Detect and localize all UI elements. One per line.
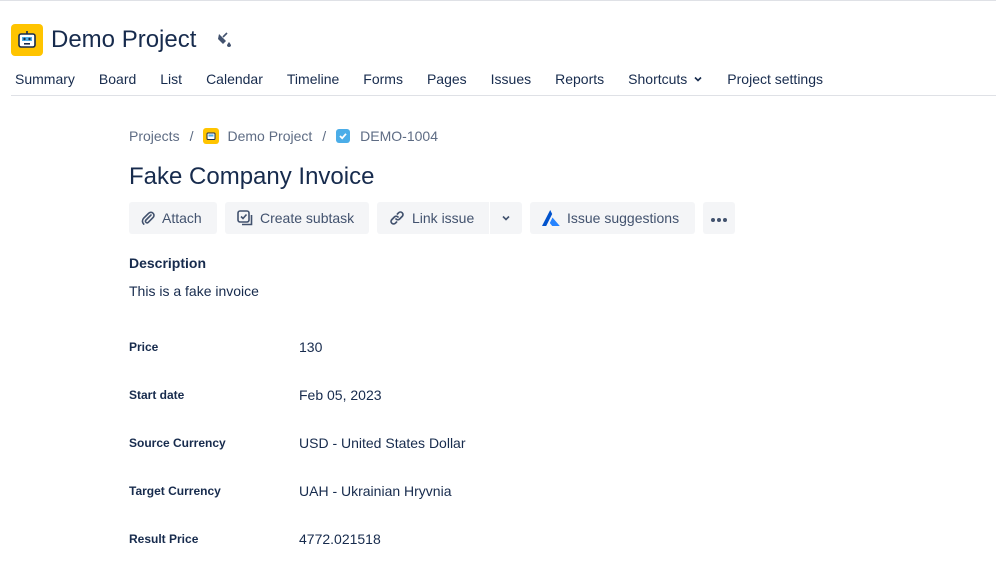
paint-bucket-icon[interactable] — [214, 30, 234, 50]
link-issue-button[interactable]: Link issue — [377, 202, 489, 234]
subtask-icon — [236, 209, 254, 227]
tab-calendar[interactable]: Calendar — [206, 68, 263, 90]
link-icon — [388, 209, 406, 227]
breadcrumb-separator: / — [189, 128, 194, 144]
project-header: Demo Project — [11, 24, 234, 56]
tab-list[interactable]: List — [160, 68, 182, 90]
tab-project-settings[interactable]: Project settings — [727, 68, 823, 90]
breadcrumb-project[interactable]: Demo Project — [203, 128, 312, 144]
field-label-price: Price — [129, 340, 159, 354]
breadcrumb-projects[interactable]: Projects — [129, 128, 180, 144]
project-tabs: Summary Board List Calendar Timeline For… — [15, 68, 847, 90]
breadcrumb-project-label: Demo Project — [227, 128, 313, 144]
field-value-target-currency[interactable]: UAH - Ukrainian Hryvnia — [299, 483, 451, 499]
chevron-down-icon — [693, 74, 703, 84]
tab-pages[interactable]: Pages — [427, 68, 467, 90]
breadcrumb: Projects / Demo Project / DEMO-1004 — [129, 127, 438, 145]
tab-shortcuts-label: Shortcuts — [628, 71, 688, 87]
paperclip-icon — [140, 210, 156, 226]
field-value-source-currency[interactable]: USD - United States Dollar — [299, 435, 466, 451]
tab-board[interactable]: Board — [99, 68, 136, 90]
issue-title[interactable]: Fake Company Invoice — [129, 162, 374, 192]
tab-reports[interactable]: Reports — [555, 68, 604, 90]
create-subtask-button[interactable]: Create subtask — [225, 202, 369, 234]
tab-shortcuts[interactable]: Shortcuts — [628, 68, 703, 90]
link-issue-label: Link issue — [412, 210, 475, 226]
field-value-price[interactable]: 130 — [299, 339, 322, 355]
create-subtask-label: Create subtask — [260, 210, 355, 226]
tabs-divider — [11, 95, 996, 96]
atlassian-intelligence-icon — [541, 209, 561, 227]
field-label-result-price: Result Price — [129, 532, 199, 546]
more-actions-button[interactable] — [703, 202, 735, 234]
robot-avatar-icon — [203, 128, 220, 144]
tab-summary[interactable]: Summary — [15, 68, 75, 90]
field-label-start-date: Start date — [129, 388, 185, 402]
breadcrumb-separator: / — [322, 128, 327, 144]
field-value-result-price[interactable]: 4772.021518 — [299, 531, 381, 547]
issue-suggestions-label: Issue suggestions — [567, 210, 680, 226]
project-title: Demo Project — [51, 26, 197, 53]
top-border — [0, 0, 996, 1]
more-horizontal-icon — [709, 210, 729, 226]
issue-toolbar: Attach Create subtask Link issue Issue s… — [129, 202, 735, 234]
field-label-target-currency: Target Currency — [129, 484, 221, 498]
attach-label: Attach — [162, 210, 202, 226]
field-label-source-currency: Source Currency — [129, 436, 226, 450]
chevron-down-icon — [501, 210, 511, 226]
description-label: Description — [129, 255, 207, 271]
robot-avatar-icon[interactable] — [11, 24, 43, 56]
issue-suggestions-button[interactable]: Issue suggestions — [530, 202, 695, 234]
attach-button[interactable]: Attach — [129, 202, 217, 234]
breadcrumb-issue[interactable]: DEMO-1004 — [336, 128, 438, 144]
tab-issues[interactable]: Issues — [491, 68, 531, 90]
breadcrumb-issue-key: DEMO-1004 — [360, 128, 438, 144]
link-issue-dropdown-button[interactable] — [490, 202, 522, 234]
tab-forms[interactable]: Forms — [363, 68, 403, 90]
task-checkbox-icon — [336, 129, 351, 143]
description-text[interactable]: This is a fake invoice — [129, 283, 259, 299]
tab-timeline[interactable]: Timeline — [287, 68, 339, 90]
field-value-start-date[interactable]: Feb 05, 2023 — [299, 387, 382, 403]
